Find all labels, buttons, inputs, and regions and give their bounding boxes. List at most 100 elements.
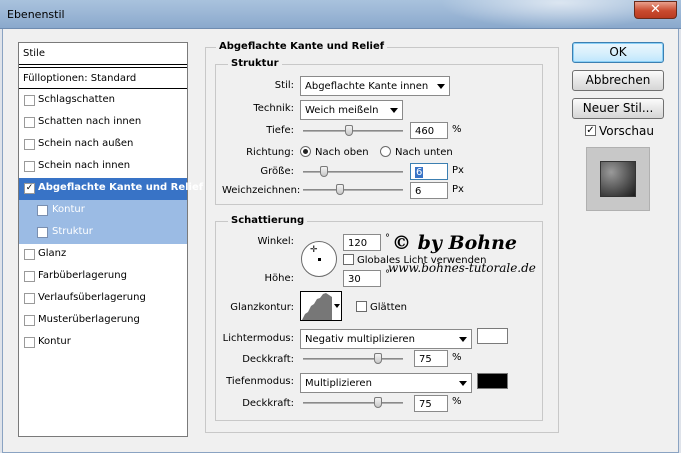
new-style-button[interactable]: Neuer Stil... — [572, 98, 664, 119]
style-checkbox[interactable] — [24, 271, 35, 282]
shading-title: Schattierung — [228, 215, 308, 226]
style-checkbox[interactable] — [37, 205, 48, 216]
depth-label: Tiefe: — [266, 125, 294, 136]
highlight-opacity-thumb[interactable] — [374, 353, 382, 364]
style-item-outer-glow[interactable]: Schein nach außen — [19, 134, 187, 156]
cancel-button[interactable]: Abbrechen — [572, 70, 664, 91]
shadow-opacity-value: 75 — [419, 399, 432, 410]
style-item-bevel-texture[interactable]: Struktur — [19, 222, 187, 244]
direction-down-label[interactable]: Nach unten — [395, 147, 453, 158]
altitude-input[interactable]: 30 — [343, 270, 381, 287]
style-item-gradient-overlay[interactable]: Verlaufsüberlagerung — [19, 288, 187, 310]
style-checkbox[interactable] — [24, 337, 35, 348]
angle-value: 120 — [348, 238, 368, 249]
angle-dial[interactable]: ✛ — [301, 241, 337, 277]
highlight-mode-label: Lichtermodus: — [222, 333, 294, 344]
depth-input[interactable]: 460 — [410, 122, 448, 139]
soften-input[interactable]: 6 — [410, 182, 448, 199]
watermark-copyright: © by Bohne — [392, 232, 518, 254]
chevron-down-icon — [334, 304, 340, 308]
style-item-color-overlay[interactable]: Farbüberlagerung — [19, 266, 187, 288]
style-item-label: Kontur — [52, 204, 85, 215]
style-list-header[interactable]: Stile — [19, 43, 187, 65]
depth-slider-thumb[interactable] — [345, 125, 353, 136]
style-list[interactable]: Stile Fülloptionen: Standard Schlagschat… — [18, 42, 203, 437]
shadow-opacity-thumb[interactable] — [374, 397, 382, 408]
close-button[interactable]: ✕ — [634, 1, 677, 19]
style-checkbox[interactable] — [24, 249, 35, 260]
global-light-checkbox[interactable] — [343, 254, 354, 265]
highlight-opacity-input[interactable]: 75 — [414, 350, 448, 367]
title-bar-glow — [440, 0, 640, 29]
style-checkbox[interactable] — [24, 315, 35, 326]
style-item-label: Abgeflachte Kante und Relief — [38, 182, 204, 193]
style-item-label: Glanz — [38, 248, 67, 259]
style-checkbox[interactable] — [24, 139, 35, 150]
style-item-inner-shadow[interactable]: Schatten nach innen — [19, 112, 187, 134]
gloss-contour-picker[interactable] — [300, 291, 342, 321]
soften-value: 6 — [415, 186, 422, 197]
preview-checkbox[interactable]: ✓ — [585, 125, 596, 136]
soften-slider[interactable] — [303, 189, 403, 191]
shadow-opacity-input[interactable]: 75 — [414, 395, 448, 412]
chevron-down-icon — [459, 337, 467, 342]
style-item-label: Musterüberlagerung — [38, 314, 140, 325]
highlight-opacity-slider[interactable] — [303, 358, 403, 360]
structure-title: Struktur — [228, 58, 282, 69]
style-item-inner-glow[interactable]: Schein nach innen — [19, 156, 187, 178]
style-item-label: Schein nach außen — [38, 138, 134, 149]
chevron-down-icon — [390, 108, 398, 113]
size-unit: Px — [452, 165, 464, 176]
highlight-mode-dropdown[interactable]: Negativ multiplizieren — [300, 329, 472, 349]
fill-options-label: Fülloptionen: Standard — [23, 73, 137, 84]
style-item-label: Schatten nach innen — [38, 116, 142, 127]
technique-dropdown[interactable]: Weich meißeln — [300, 100, 403, 120]
style-item-label: Verlaufsüberlagerung — [38, 292, 146, 303]
angle-label: Winkel: — [257, 236, 294, 247]
style-item-satin[interactable]: Glanz — [19, 244, 187, 266]
style-checkbox-checked[interactable]: ✓ — [24, 183, 35, 194]
style-label: Stil: — [274, 80, 294, 91]
ok-button[interactable]: OK — [572, 42, 664, 63]
shadow-mode-label: Tiefenmodus: — [226, 376, 294, 387]
style-checkbox[interactable] — [24, 161, 35, 172]
preview-thumbnail — [586, 147, 650, 211]
direction-up-radio[interactable] — [300, 146, 311, 157]
size-slider[interactable] — [303, 171, 403, 173]
style-item-stroke[interactable]: Kontur — [19, 332, 187, 354]
style-item-bevel-emboss[interactable]: ✓ Abgeflachte Kante und Relief — [19, 178, 203, 200]
highlight-color-swatch[interactable] — [477, 328, 508, 344]
size-value: 6 — [415, 167, 424, 178]
style-checkbox[interactable] — [37, 227, 48, 238]
preview-label[interactable]: Vorschau — [599, 124, 654, 138]
chevron-down-icon — [459, 381, 467, 386]
soften-slider-thumb[interactable] — [336, 184, 344, 195]
title-bar[interactable]: Ebenenstil ✕ — [0, 0, 681, 29]
radio-dot — [303, 149, 308, 154]
style-item-bevel-contour[interactable]: Kontur — [19, 200, 187, 222]
style-checkbox[interactable] — [24, 117, 35, 128]
anti-aliased-label[interactable]: Glätten — [370, 302, 407, 313]
style-item-label: Struktur — [52, 226, 93, 237]
shadow-opacity-slider[interactable] — [303, 402, 403, 404]
size-slider-thumb[interactable] — [320, 166, 328, 177]
direction-up-label[interactable]: Nach oben — [315, 147, 369, 158]
bevel-style-dropdown[interactable]: Abgeflachte Kante innen — [300, 76, 450, 96]
direction-down-radio[interactable] — [380, 146, 391, 157]
fill-options-item[interactable]: Fülloptionen: Standard — [19, 67, 187, 89]
style-checkbox[interactable] — [24, 95, 35, 106]
anti-aliased-checkbox[interactable] — [356, 301, 367, 312]
style-item-drop-shadow[interactable]: Schlagschatten — [19, 90, 187, 112]
depth-slider[interactable] — [303, 130, 403, 132]
style-checkbox[interactable] — [24, 293, 35, 304]
angle-input[interactable]: 120 — [343, 234, 381, 251]
size-input[interactable]: 6 — [410, 163, 448, 180]
highlight-opacity-unit: % — [452, 352, 462, 363]
style-list-header-label: Stile — [23, 48, 45, 59]
shadow-mode-dropdown[interactable]: Multiplizieren — [300, 373, 472, 393]
style-item-label: Schein nach innen — [38, 160, 131, 171]
bevel-emboss-title: Abgeflachte Kante und Relief — [216, 41, 388, 52]
style-item-pattern-overlay[interactable]: Musterüberlagerung — [19, 310, 187, 332]
technique-value: Weich meißeln — [305, 105, 379, 116]
shadow-color-swatch[interactable] — [477, 373, 508, 389]
